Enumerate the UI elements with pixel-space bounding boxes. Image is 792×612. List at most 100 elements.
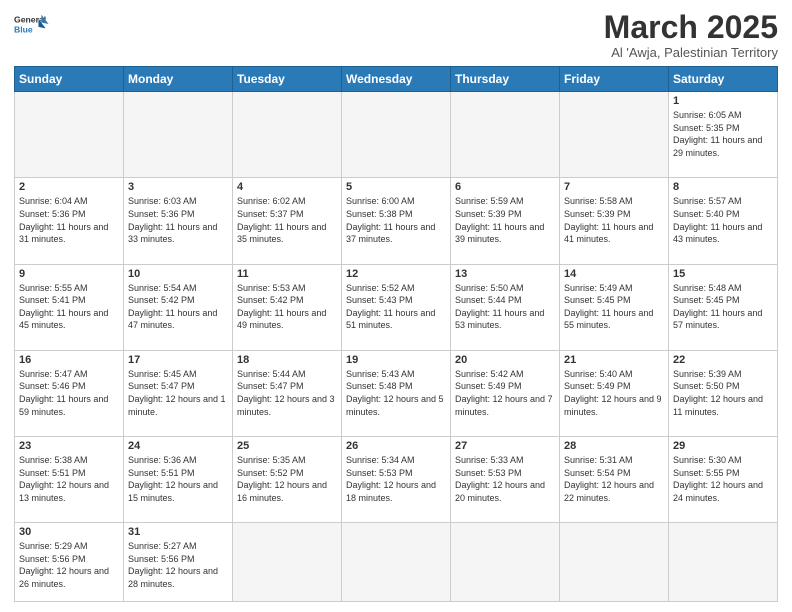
calendar-day-cell xyxy=(451,523,560,602)
day-number: 31 xyxy=(128,526,228,538)
day-info: Sunrise: 5:50 AM Sunset: 5:44 PM Dayligh… xyxy=(455,282,555,332)
calendar-day-cell xyxy=(342,523,451,602)
day-number: 25 xyxy=(237,440,337,452)
day-info: Sunrise: 5:47 AM Sunset: 5:46 PM Dayligh… xyxy=(19,368,119,418)
day-info: Sunrise: 5:38 AM Sunset: 5:51 PM Dayligh… xyxy=(19,454,119,504)
day-info: Sunrise: 6:00 AM Sunset: 5:38 PM Dayligh… xyxy=(346,195,446,245)
header: GeneralBlue March 2025 Al 'Awja, Palesti… xyxy=(14,10,778,60)
day-info: Sunrise: 5:34 AM Sunset: 5:53 PM Dayligh… xyxy=(346,454,446,504)
day-number: 2 xyxy=(19,181,119,193)
day-number: 23 xyxy=(19,440,119,452)
calendar-day-cell: 25 Sunrise: 5:35 AM Sunset: 5:52 PM Dayli… xyxy=(233,436,342,522)
day-number: 24 xyxy=(128,440,228,452)
calendar-day-cell: 15 Sunrise: 5:48 AM Sunset: 5:45 PM Dayli… xyxy=(669,264,778,350)
day-number: 8 xyxy=(673,181,773,193)
calendar-day-cell: 8Sunrise: 5:57 AM Sunset: 5:40 PM Daylig… xyxy=(669,178,778,264)
header-monday: Monday xyxy=(124,67,233,92)
day-number: 20 xyxy=(455,354,555,366)
day-info: Sunrise: 5:44 AM Sunset: 5:47 PM Dayligh… xyxy=(237,368,337,418)
header-tuesday: Tuesday xyxy=(233,67,342,92)
day-info: Sunrise: 5:27 AM Sunset: 5:56 PM Dayligh… xyxy=(128,540,228,590)
calendar-day-cell: 7 Sunrise: 5:58 AM Sunset: 5:39 PM Daylig… xyxy=(560,178,669,264)
calendar-day-cell: 30 Sunrise: 5:29 AM Sunset: 5:56 PM Dayli… xyxy=(15,523,124,602)
header-thursday: Thursday xyxy=(451,67,560,92)
calendar-day-cell: 3 Sunrise: 6:03 AM Sunset: 5:36 PM Daylig… xyxy=(124,178,233,264)
calendar-week-row: 23 Sunrise: 5:38 AM Sunset: 5:51 PM Dayli… xyxy=(15,436,778,522)
day-number: 21 xyxy=(564,354,664,366)
svg-text:Blue: Blue xyxy=(14,25,33,35)
day-number: 19 xyxy=(346,354,446,366)
calendar-day-cell: 17Sunrise: 5:45 AM Sunset: 5:47 PM Dayli… xyxy=(124,350,233,436)
calendar-day-cell: 2Sunrise: 6:04 AM Sunset: 5:36 PM Daylig… xyxy=(15,178,124,264)
day-info: Sunrise: 5:39 AM Sunset: 5:50 PM Dayligh… xyxy=(673,368,773,418)
title-block: March 2025 Al 'Awja, Palestinian Territo… xyxy=(604,10,778,60)
day-info: Sunrise: 5:58 AM Sunset: 5:39 PM Dayligh… xyxy=(564,195,664,245)
calendar-day-cell: 20Sunrise: 5:42 AM Sunset: 5:49 PM Dayli… xyxy=(451,350,560,436)
day-info: Sunrise: 5:31 AM Sunset: 5:54 PM Dayligh… xyxy=(564,454,664,504)
day-info: Sunrise: 5:35 AM Sunset: 5:52 PM Dayligh… xyxy=(237,454,337,504)
header-saturday: Saturday xyxy=(669,67,778,92)
day-number: 3 xyxy=(128,181,228,193)
calendar-day-cell: 16Sunrise: 5:47 AM Sunset: 5:46 PM Dayli… xyxy=(15,350,124,436)
calendar-day-cell: 31 Sunrise: 5:27 AM Sunset: 5:56 PM Dayli… xyxy=(124,523,233,602)
day-number: 6 xyxy=(455,181,555,193)
calendar-day-cell xyxy=(560,92,669,178)
day-number: 22 xyxy=(673,354,773,366)
logo-icon: GeneralBlue xyxy=(14,10,50,38)
calendar-day-cell: 24Sunrise: 5:36 AM Sunset: 5:51 PM Dayli… xyxy=(124,436,233,522)
day-info: Sunrise: 5:53 AM Sunset: 5:42 PM Dayligh… xyxy=(237,282,337,332)
day-info: Sunrise: 5:33 AM Sunset: 5:53 PM Dayligh… xyxy=(455,454,555,504)
calendar-day-cell: 29 Sunrise: 5:30 AM Sunset: 5:55 PM Dayli… xyxy=(669,436,778,522)
day-number: 30 xyxy=(19,526,119,538)
calendar-day-cell: 10Sunrise: 5:54 AM Sunset: 5:42 PM Dayli… xyxy=(124,264,233,350)
day-number: 7 xyxy=(564,181,664,193)
calendar-day-cell: 27 Sunrise: 5:33 AM Sunset: 5:53 PM Dayli… xyxy=(451,436,560,522)
day-number: 28 xyxy=(564,440,664,452)
calendar-day-cell: 19Sunrise: 5:43 AM Sunset: 5:48 PM Dayli… xyxy=(342,350,451,436)
location-subtitle: Al 'Awja, Palestinian Territory xyxy=(604,45,778,60)
calendar-day-cell: 18Sunrise: 5:44 AM Sunset: 5:47 PM Dayli… xyxy=(233,350,342,436)
header-friday: Friday xyxy=(560,67,669,92)
day-number: 15 xyxy=(673,268,773,280)
day-info: Sunrise: 6:03 AM Sunset: 5:36 PM Dayligh… xyxy=(128,195,228,245)
day-info: Sunrise: 5:49 AM Sunset: 5:45 PM Dayligh… xyxy=(564,282,664,332)
day-info: Sunrise: 5:30 AM Sunset: 5:55 PM Dayligh… xyxy=(673,454,773,504)
calendar-day-cell: 28 Sunrise: 5:31 AM Sunset: 5:54 PM Dayli… xyxy=(560,436,669,522)
calendar-day-cell: 13 Sunrise: 5:50 AM Sunset: 5:44 PM Dayli… xyxy=(451,264,560,350)
calendar-day-cell: 26 Sunrise: 5:34 AM Sunset: 5:53 PM Dayli… xyxy=(342,436,451,522)
day-info: Sunrise: 5:45 AM Sunset: 5:47 PM Dayligh… xyxy=(128,368,228,418)
day-number: 26 xyxy=(346,440,446,452)
day-number: 1 xyxy=(673,95,773,107)
day-info: Sunrise: 5:48 AM Sunset: 5:45 PM Dayligh… xyxy=(673,282,773,332)
calendar-week-row: 30 Sunrise: 5:29 AM Sunset: 5:56 PM Dayli… xyxy=(15,523,778,602)
day-number: 27 xyxy=(455,440,555,452)
day-info: Sunrise: 5:59 AM Sunset: 5:39 PM Dayligh… xyxy=(455,195,555,245)
calendar-week-row: 9Sunrise: 5:55 AM Sunset: 5:41 PM Daylig… xyxy=(15,264,778,350)
day-number: 4 xyxy=(237,181,337,193)
calendar-day-cell: 22 Sunrise: 5:39 AM Sunset: 5:50 PM Dayli… xyxy=(669,350,778,436)
day-number: 13 xyxy=(455,268,555,280)
calendar-day-cell: 12 Sunrise: 5:52 AM Sunset: 5:43 PM Dayli… xyxy=(342,264,451,350)
day-number: 12 xyxy=(346,268,446,280)
header-wednesday: Wednesday xyxy=(342,67,451,92)
calendar-day-cell xyxy=(669,523,778,602)
calendar-day-cell xyxy=(233,523,342,602)
calendar-day-cell xyxy=(451,92,560,178)
day-info: Sunrise: 6:05 AM Sunset: 5:35 PM Dayligh… xyxy=(673,109,773,159)
calendar-day-cell xyxy=(342,92,451,178)
day-info: Sunrise: 5:52 AM Sunset: 5:43 PM Dayligh… xyxy=(346,282,446,332)
calendar-week-row: 2Sunrise: 6:04 AM Sunset: 5:36 PM Daylig… xyxy=(15,178,778,264)
calendar-day-cell: 14 Sunrise: 5:49 AM Sunset: 5:45 PM Dayli… xyxy=(560,264,669,350)
day-number: 29 xyxy=(673,440,773,452)
calendar-day-cell: 4Sunrise: 6:02 AM Sunset: 5:37 PM Daylig… xyxy=(233,178,342,264)
month-title: March 2025 xyxy=(604,10,778,45)
page: GeneralBlue March 2025 Al 'Awja, Palesti… xyxy=(0,0,792,612)
calendar-week-row: 16Sunrise: 5:47 AM Sunset: 5:46 PM Dayli… xyxy=(15,350,778,436)
day-number: 10 xyxy=(128,268,228,280)
calendar-day-cell xyxy=(233,92,342,178)
calendar-day-cell xyxy=(560,523,669,602)
calendar-week-row: 1 Sunrise: 6:05 AM Sunset: 5:35 PM Daylig… xyxy=(15,92,778,178)
day-info: Sunrise: 5:29 AM Sunset: 5:56 PM Dayligh… xyxy=(19,540,119,590)
day-number: 14 xyxy=(564,268,664,280)
day-number: 5 xyxy=(346,181,446,193)
